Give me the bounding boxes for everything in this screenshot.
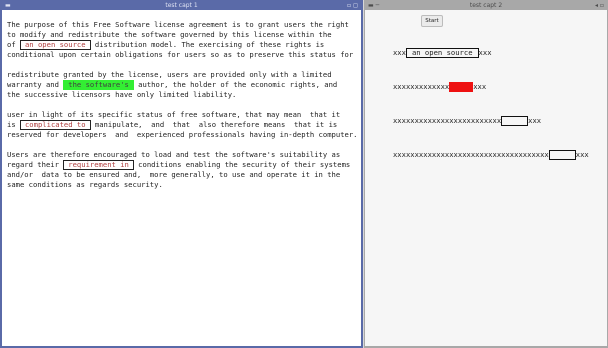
capture-row: xxxxxxxxxxxxx xxx [367, 72, 486, 102]
text-line: reserved for developers and experienced … [7, 130, 358, 140]
text-line: regard their requirement in conditions e… [7, 160, 357, 170]
capture-box: an open source [405, 48, 479, 58]
text-line: conditional upon certain obligations for… [7, 50, 357, 60]
text-line: and/or data to be ensured and, more gene… [7, 170, 357, 180]
text-segment: of [7, 40, 20, 49]
capture-box-empty [548, 150, 576, 160]
text-area[interactable]: The purpose of this Free Software licens… [2, 10, 361, 346]
window-title: test capt 1 [165, 2, 198, 9]
text-line: Users are therefore encouraged to load a… [7, 150, 357, 160]
capture-window: ▬ ─ test capt 2 ◂ ▫ Start xxx an open sou… [364, 0, 608, 348]
window-controls-icon[interactable]: ◂ ▫ [595, 1, 604, 10]
text-line: the successive licensors have only limit… [7, 90, 357, 100]
capture-box-empty [501, 116, 529, 126]
row-suffix: xxx [575, 150, 589, 159]
text-segment: reserved for developers and experienced … [7, 130, 358, 139]
window-titlebar[interactable]: ▬ test capt 1 ▫ ◻ [2, 1, 361, 10]
text-line: warranty and the software's author, the … [7, 80, 357, 90]
text-segment: redistribute granted by the license, use… [7, 70, 332, 79]
text-segment: distribution model. The exercising of th… [90, 40, 325, 49]
text-segment: Users are therefore encouraged to load a… [7, 150, 341, 159]
row-prefix: xxxxxxxxxxxxx [392, 82, 450, 91]
row-prefix: xxx [392, 48, 406, 57]
window-menu-icon[interactable]: ▬ ─ [368, 1, 379, 10]
text-segment: regard their [7, 160, 64, 169]
window-titlebar[interactable]: ▬ ─ test capt 2 ◂ ▫ [365, 1, 607, 10]
text-line: The purpose of this Free Software licens… [7, 20, 357, 30]
capture-row: xxx an open source xxx [367, 38, 492, 68]
row-suffix: xxx [528, 116, 542, 125]
capture-row: xxxxxxxxxxxxxxxxxxxxxxxxxxxxxxxxxxxx xxx [367, 140, 589, 170]
text-segment: manipulate, and that also therefore mean… [90, 120, 338, 129]
highlighted-phrase[interactable]: the software's [63, 80, 134, 90]
row-prefix: xxxxxxxxxxxxxxxxxxxxxxxxxxxxxxxxxxxx [392, 150, 549, 159]
capture-area: Start xxx an open source xxx xxxxxxxxxxxxx… [365, 10, 607, 346]
text-segment: to modify and redistribute the software … [7, 30, 332, 39]
text-segment: same conditions as regards security. [7, 180, 163, 189]
text-window: ▬ test capt 1 ▫ ◻ The purpose of this Fr… [0, 0, 363, 348]
row-prefix: xxxxxxxxxxxxxxxxxxxxxxxxx [392, 116, 502, 125]
text-line: user in light of its specific status of … [7, 110, 357, 120]
text-segment: The purpose of this Free Software licens… [7, 20, 349, 29]
text-segment: and/or data to be ensured and, more gene… [7, 170, 341, 179]
highlighted-phrase[interactable]: requirement in [63, 160, 134, 170]
text-line: to modify and redistribute the software … [7, 30, 357, 40]
license-text[interactable]: The purpose of this Free Software licens… [2, 10, 361, 190]
text-line: redistribute granted by the license, use… [7, 70, 357, 80]
text-segment: warranty and [7, 80, 64, 89]
text-line: of an open source distribution model. Th… [7, 40, 357, 50]
text-segment: the successive licensors have only limit… [7, 90, 237, 99]
text-segment: conditions enabling the security of thei… [133, 160, 351, 169]
text-segment: author, the holder of the economic right… [133, 80, 338, 89]
capture-row: xxxxxxxxxxxxxxxxxxxxxxxxx xxx [367, 106, 541, 136]
window-title: test capt 2 [469, 2, 503, 9]
text-segment: is [7, 120, 20, 129]
row-suffix: xxx [478, 48, 492, 57]
text-segment: conditional upon certain obligations for… [7, 50, 354, 59]
capture-box-red [449, 82, 474, 92]
text-line: same conditions as regards security. [7, 180, 357, 190]
highlighted-phrase[interactable]: an open source [19, 40, 91, 50]
highlighted-phrase[interactable]: complicated to [19, 120, 91, 130]
text-segment: user in light of its specific status of … [7, 110, 341, 119]
start-button[interactable]: Start [421, 15, 443, 27]
text-line: is complicated to manipulate, and that a… [7, 120, 357, 130]
row-suffix: xxx [473, 82, 487, 91]
window-controls-icon[interactable]: ▫ ◻ [347, 1, 358, 10]
window-menu-icon[interactable]: ▬ [5, 1, 11, 10]
